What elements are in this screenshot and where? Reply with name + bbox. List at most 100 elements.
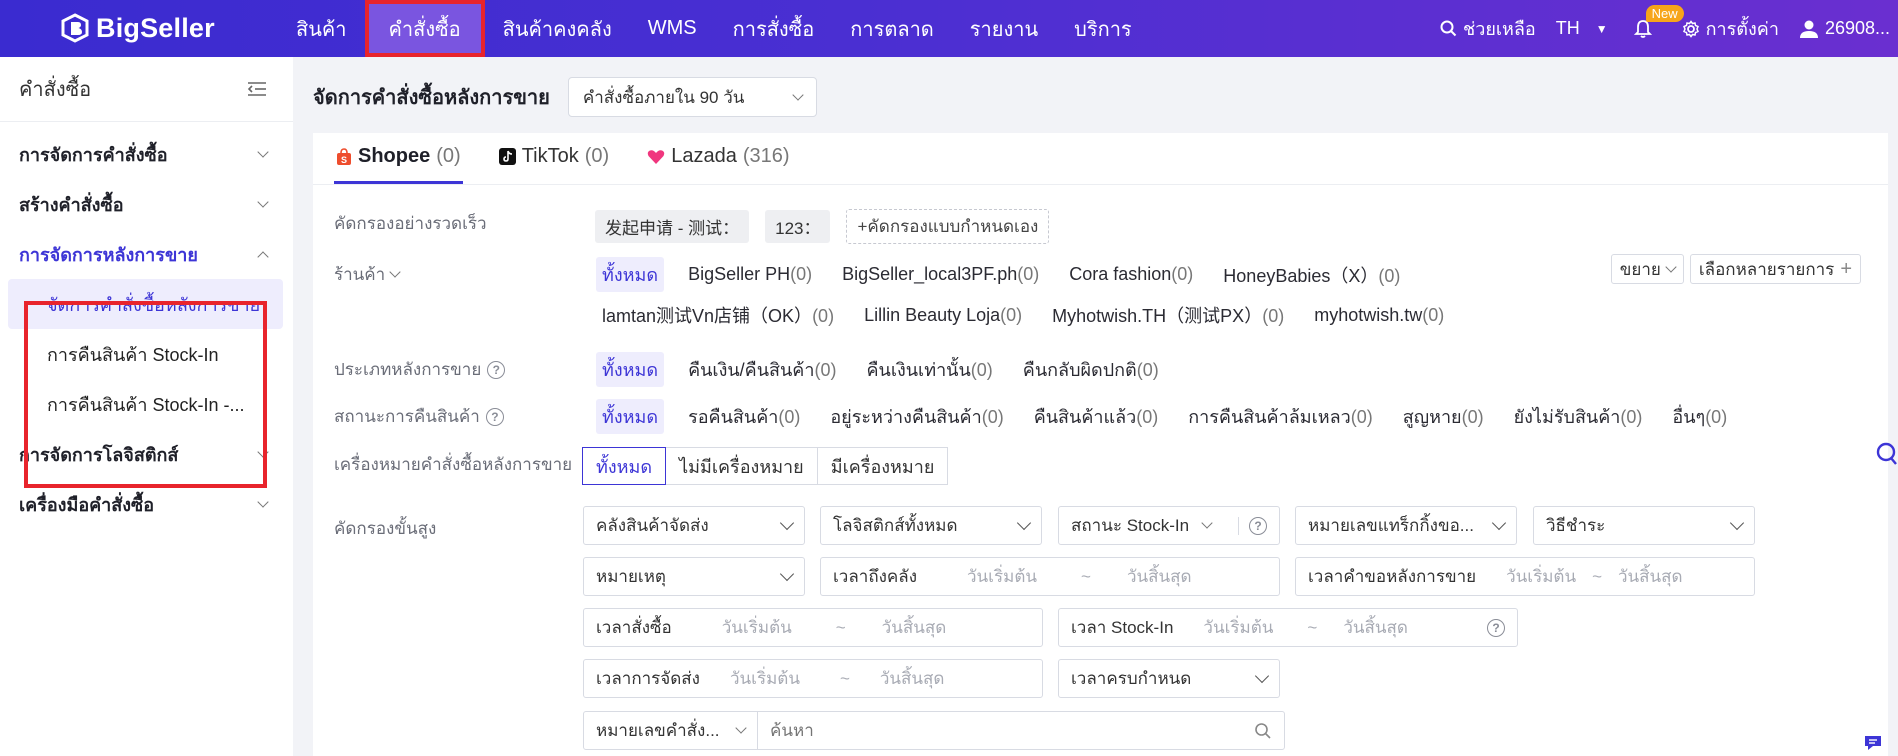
chat-support-button[interactable] <box>1858 730 1888 756</box>
store-option[interactable]: Myhotwish.TH（测试PX）(0) <box>1046 299 1290 331</box>
nav-item-orders[interactable]: คำสั่งซื้อ <box>364 0 485 57</box>
tracking-number-select[interactable]: หมายเลขแทร็กกิ้งขอ... <box>1295 506 1517 545</box>
filter-card: S Shopee (0) TikTok (0) Lazada (316) คัด… <box>313 133 1888 756</box>
tab-shopee[interactable]: S Shopee (0) <box>334 132 463 184</box>
help-circle-icon[interactable]: ? <box>485 407 504 426</box>
deadline-select[interactable]: เวลาครบกำหนด <box>1058 659 1280 698</box>
request-time-range[interactable]: เวลาคำขอหลังการขาย วันเริ่มต้น ~ วันสิ้น… <box>1295 557 1755 596</box>
user-menu[interactable]: 26908... <box>1799 18 1890 39</box>
help-circle-icon[interactable]: ? <box>487 360 506 379</box>
tab-tiktok[interactable]: TikTok (0) <box>497 132 612 184</box>
status-option[interactable]: รอคืนสินค้า(0) <box>682 399 806 434</box>
sidebar-group-order-management[interactable]: การจัดการคำสั่งซื้อ <box>0 129 293 179</box>
sidebar-header: คำสั่งซื้อ <box>0 57 293 122</box>
nav-item-services[interactable]: บริการ <box>1056 0 1150 57</box>
store-option[interactable]: BigSeller_local3PF.ph(0) <box>836 261 1045 288</box>
quick-filter-chip[interactable]: 123： <box>765 210 831 243</box>
reason-select[interactable]: หมายเหตุ <box>583 557 805 596</box>
payment-value: วิธีชำระ <box>1546 516 1606 535</box>
search-icon[interactable] <box>1254 722 1272 740</box>
brand-logo[interactable]: BigSeller <box>60 12 215 44</box>
type-option[interactable]: คืนเงิน/คืนสินค้า(0) <box>682 352 842 387</box>
warehouse-select[interactable]: คลังสินค้าจัดส่ง <box>583 506 805 545</box>
store-option[interactable]: ทั้งหมด <box>596 257 665 292</box>
status-option[interactable]: คืนสินค้าแล้ว(0) <box>1028 399 1165 434</box>
store-option[interactable]: Cora fashion(0) <box>1063 261 1199 288</box>
nav-item-wms[interactable]: WMS <box>630 0 715 57</box>
tab-count: (0) <box>584 145 610 167</box>
sidebar-item-return-stock-in[interactable]: การคืนสินค้า Stock-In <box>8 329 283 379</box>
payment-method-select[interactable]: วิธีชำระ <box>1533 506 1755 545</box>
sidebar-item-return-stock-in-2[interactable]: การคืนสินค้า Stock-In -... <box>8 379 283 429</box>
store-name: Cora fashion <box>1069 264 1172 284</box>
language-select[interactable]: TH ▼ <box>1556 18 1608 39</box>
help-link[interactable]: ช่วยเหลือ <box>1440 14 1536 43</box>
status-option[interactable]: สูญหาย(0) <box>1397 399 1490 434</box>
search-icon <box>1440 20 1457 37</box>
store-count: (0) <box>790 264 813 284</box>
new-badge: New <box>1645 4 1684 22</box>
store-count: (0) <box>1017 264 1040 284</box>
nav-item-purchase[interactable]: การสั่งซื้อ <box>715 0 833 57</box>
sidebar-item-after-sales-orders[interactable]: จัดการคำสั่งซื้อหลังการขาย <box>8 279 283 329</box>
status-option[interactable]: ยังไม่รับสินค้า(0) <box>1508 399 1649 434</box>
quick-filter-chip[interactable]: 发起申请 - 测试： <box>595 210 750 243</box>
store-option[interactable]: myhotwish.tw(0) <box>1308 302 1450 329</box>
multi-select-label: เลือกหลายรายการ <box>1698 259 1835 279</box>
help-circle-icon[interactable]: ? <box>1487 618 1505 637</box>
collapse-menu-icon[interactable] <box>247 81 267 97</box>
help-circle-icon[interactable]: ? <box>1249 516 1267 535</box>
tab-name: Shopee <box>358 145 431 167</box>
stockin-status-select[interactable]: สถานะ Stock-In ? <box>1058 506 1280 545</box>
store-option[interactable]: BigSeller PH(0) <box>682 261 818 288</box>
settings-link[interactable]: การตั้งค่า <box>1682 14 1779 43</box>
floating-search-icon[interactable] <box>1874 442 1898 466</box>
store-option[interactable]: lamtan测试Vn店铺（OK）(0) <box>596 299 840 331</box>
type-option[interactable]: คืนเงินเท่านั้น(0) <box>860 352 998 387</box>
mark-option-none[interactable]: ไม่มีเครื่องหมาย <box>665 447 818 485</box>
status-option[interactable]: ทั้งหมด <box>596 399 665 434</box>
status-count: (0) <box>1705 407 1728 427</box>
after-sales-mark-options: ทั้งหมด ไม่มีเครื่องหมาย มีเครื่องหมาย <box>582 447 949 485</box>
status-count: (0) <box>1136 407 1159 427</box>
lazada-icon <box>647 149 665 164</box>
stockin-time-range[interactable]: เวลา Stock-In วันเริ่มต้น ~ วันสิ้นสุด ? <box>1058 608 1518 647</box>
sidebar-group-order-tools[interactable]: เครื่องมือคำสั่งซื้อ <box>0 479 293 529</box>
type-option[interactable]: ทั้งหมด <box>596 352 665 387</box>
nav-item-inventory[interactable]: สินค้าคงคลัง <box>485 0 630 57</box>
stockin-time-label: เวลา Stock-In <box>1071 618 1174 637</box>
status-option[interactable]: อยู่ระหว่างคืนสินค้า(0) <box>824 399 1009 434</box>
svg-text:S: S <box>341 155 347 165</box>
logistics-select[interactable]: โลจิสติกส์ทั้งหมด <box>820 506 1042 545</box>
order-time-range[interactable]: เวลาสั่งซื้อ วันเริ่มต้น ~ วันสิ้นสุด <box>583 608 1043 647</box>
store-filter-label[interactable]: ร้านค้า <box>334 261 401 288</box>
arrive-time-range[interactable]: เวลาถึงคลัง วันเริ่มต้น ~ วันสิ้นสุด <box>820 557 1280 596</box>
custom-filter-button[interactable]: +คัดกรองแบบกำหนดเอง <box>846 209 1050 244</box>
notification-button[interactable]: New <box>1633 4 1684 39</box>
tab-lazada[interactable]: Lazada (316) <box>645 132 791 184</box>
sidebar-group-label: การจัดการคำสั่งซื้อ <box>19 144 168 165</box>
gear-icon <box>1682 19 1699 38</box>
search-type-select[interactable]: หมายเลขคำสั่ง... <box>584 712 758 749</box>
order-range-select[interactable]: คำสั่งซื้อภายใน 90 วัน <box>567 77 817 117</box>
nav-item-reports[interactable]: รายงาน <box>952 0 1056 57</box>
status-option[interactable]: อื่นๆ(0) <box>1666 399 1733 434</box>
mark-option-all[interactable]: ทั้งหมด <box>582 447 667 485</box>
type-option[interactable]: คืนกลับผิดปกติ(0) <box>1017 352 1165 387</box>
status-option[interactable]: การคืนสินค้าล้มเหลว(0) <box>1182 399 1379 434</box>
sidebar-group-after-sales[interactable]: การจัดการหลังการขาย <box>0 229 293 279</box>
nav-item-products[interactable]: สินค้า <box>278 0 365 57</box>
sidebar-group-logistics[interactable]: การจัดการโลจิสติกส์ <box>0 429 293 479</box>
start-date-placeholder: วันเริ่มต้น <box>1203 618 1274 637</box>
sidebar-group-create-order[interactable]: สร้างคำสั่งซื้อ <box>0 179 293 229</box>
mark-option-marked[interactable]: มีเครื่องหมาย <box>816 447 949 485</box>
nav-item-marketing[interactable]: การตลาด <box>832 0 952 57</box>
ship-time-range[interactable]: เวลาการจัดส่ง วันเริ่มต้น ~ วันสิ้นสุด <box>583 659 1043 698</box>
store-option[interactable]: Lillin Beauty Loja(0) <box>858 302 1028 329</box>
store-option[interactable]: HoneyBabies（X）(0) <box>1217 259 1406 291</box>
search-input[interactable] <box>758 712 1254 749</box>
multi-select-button[interactable]: เลือกหลายรายการ + <box>1689 254 1861 284</box>
expand-stores-button[interactable]: ขยาย <box>1610 254 1684 284</box>
type-name: คืนเงินเท่านั้น <box>866 360 971 380</box>
sidebar-group-label: เครื่องมือคำสั่งซื้อ <box>19 494 155 515</box>
